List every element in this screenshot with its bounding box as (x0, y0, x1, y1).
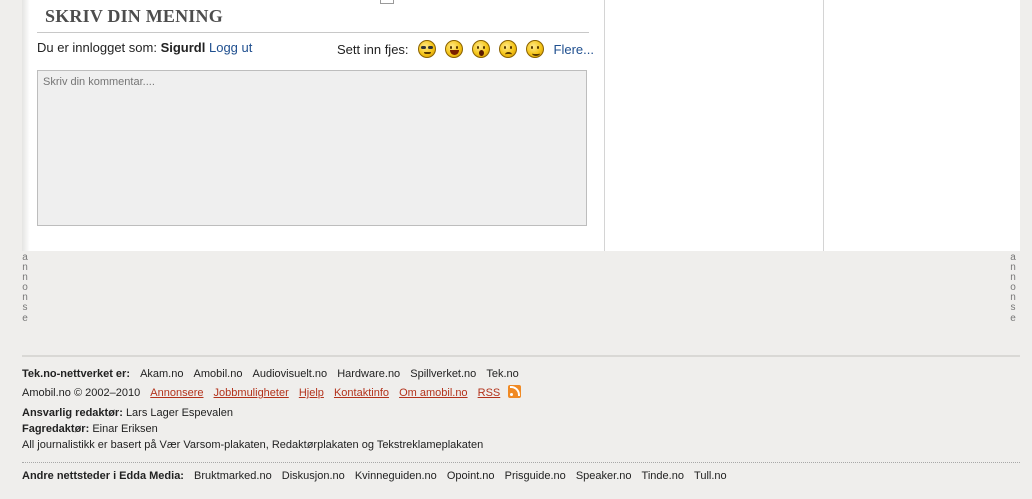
network-site-link[interactable]: Amobil.no (194, 368, 243, 380)
ethics-statement: All journalistikk er basert på Vær Varso… (22, 439, 484, 451)
network-site-link[interactable]: Hardware.no (337, 368, 400, 380)
jobs-link[interactable]: Jobbmuligheter (214, 387, 289, 399)
comment-heading: SKRIV DIN MENING (45, 6, 223, 26)
edda-site-link[interactable]: Tull.no (694, 470, 727, 482)
subject-editor-name: Einar Eriksen (92, 423, 158, 435)
editor-row: Ansvarlig redaktør: Lars Lager Espevalen (22, 407, 233, 419)
edda-label: Andre nettsteder i Edda Media: (22, 470, 184, 482)
notify-checkbox[interactable] (380, 0, 394, 4)
rss-link[interactable]: RSS (478, 387, 501, 399)
about-link[interactable]: Om amobil.no (399, 387, 467, 399)
laugh-smiley-icon[interactable] (444, 40, 463, 58)
edda-site-link[interactable]: Speaker.no (576, 470, 632, 482)
cool-smiley-icon[interactable] (417, 40, 436, 58)
edda-site-link[interactable]: Bruktmarked.no (194, 470, 272, 482)
shocked-smiley-icon[interactable] (471, 40, 490, 58)
heading-divider (37, 32, 589, 33)
network-site-link[interactable]: Audiovisuelt.no (253, 368, 328, 380)
info-links-row: Amobil.no © 2002–2010 Annonsere Jobbmuli… (22, 385, 522, 399)
insert-smiley-label: Sett inn fjes: (337, 41, 409, 57)
logged-in-label: Du er innlogget som: (37, 40, 157, 55)
help-link[interactable]: Hjelp (299, 387, 324, 399)
content-shadow (22, 0, 30, 251)
editor-label: Ansvarlig redaktør: (22, 407, 123, 419)
edda-site-link[interactable]: Kvinneguiden.no (355, 470, 437, 482)
sad-smiley-icon[interactable] (498, 40, 517, 58)
edda-site-link[interactable]: Tinde.no (642, 470, 684, 482)
smiley-picker: Sett inn fjes: Flere... (337, 40, 594, 58)
logout-link[interactable]: Logg ut (209, 40, 252, 55)
username: Sigurdl (160, 40, 206, 55)
footer-dotted-divider (22, 462, 1020, 463)
ad-label-right: a n n o n s e (1010, 252, 1016, 324)
footer-divider (22, 355, 1020, 357)
advertise-link[interactable]: Annonsere (150, 387, 203, 399)
edda-site-link[interactable]: Diskusjon.no (282, 470, 345, 482)
contact-link[interactable]: Kontaktinfo (334, 387, 389, 399)
more-smileys-link[interactable]: Flere... (554, 42, 594, 57)
login-status: Du er innlogget som: Sigurdl Logg ut (37, 40, 252, 55)
edda-site-link[interactable]: Opoint.no (447, 470, 495, 482)
editor-name: Lars Lager Espevalen (125, 407, 233, 419)
column-divider (604, 0, 605, 251)
copyright: Amobil.no © 2002–2010 (22, 387, 141, 399)
subject-editor-row: Fagredaktør: Einar Eriksen (22, 423, 158, 435)
network-sites-row: Tek.no-nettverket er: Akam.no Amobil.no … (22, 368, 519, 380)
column-divider (823, 0, 824, 251)
network-label: Tek.no-nettverket er: (22, 368, 130, 380)
rss-icon[interactable] (508, 385, 522, 398)
edda-sites-row: Andre nettsteder i Edda Media: Bruktmark… (22, 470, 727, 482)
subject-editor-label: Fagredaktør: (22, 423, 90, 435)
comment-textarea[interactable] (37, 70, 587, 226)
edda-site-link[interactable]: Prisguide.no (505, 470, 566, 482)
network-site-link[interactable]: Spillverket.no (410, 368, 476, 380)
network-site-link[interactable]: Tek.no (486, 368, 518, 380)
smirk-smiley-icon[interactable] (525, 40, 544, 58)
ad-label-left: a n n o n s e (22, 252, 28, 324)
network-site-link[interactable]: Akam.no (140, 368, 183, 380)
